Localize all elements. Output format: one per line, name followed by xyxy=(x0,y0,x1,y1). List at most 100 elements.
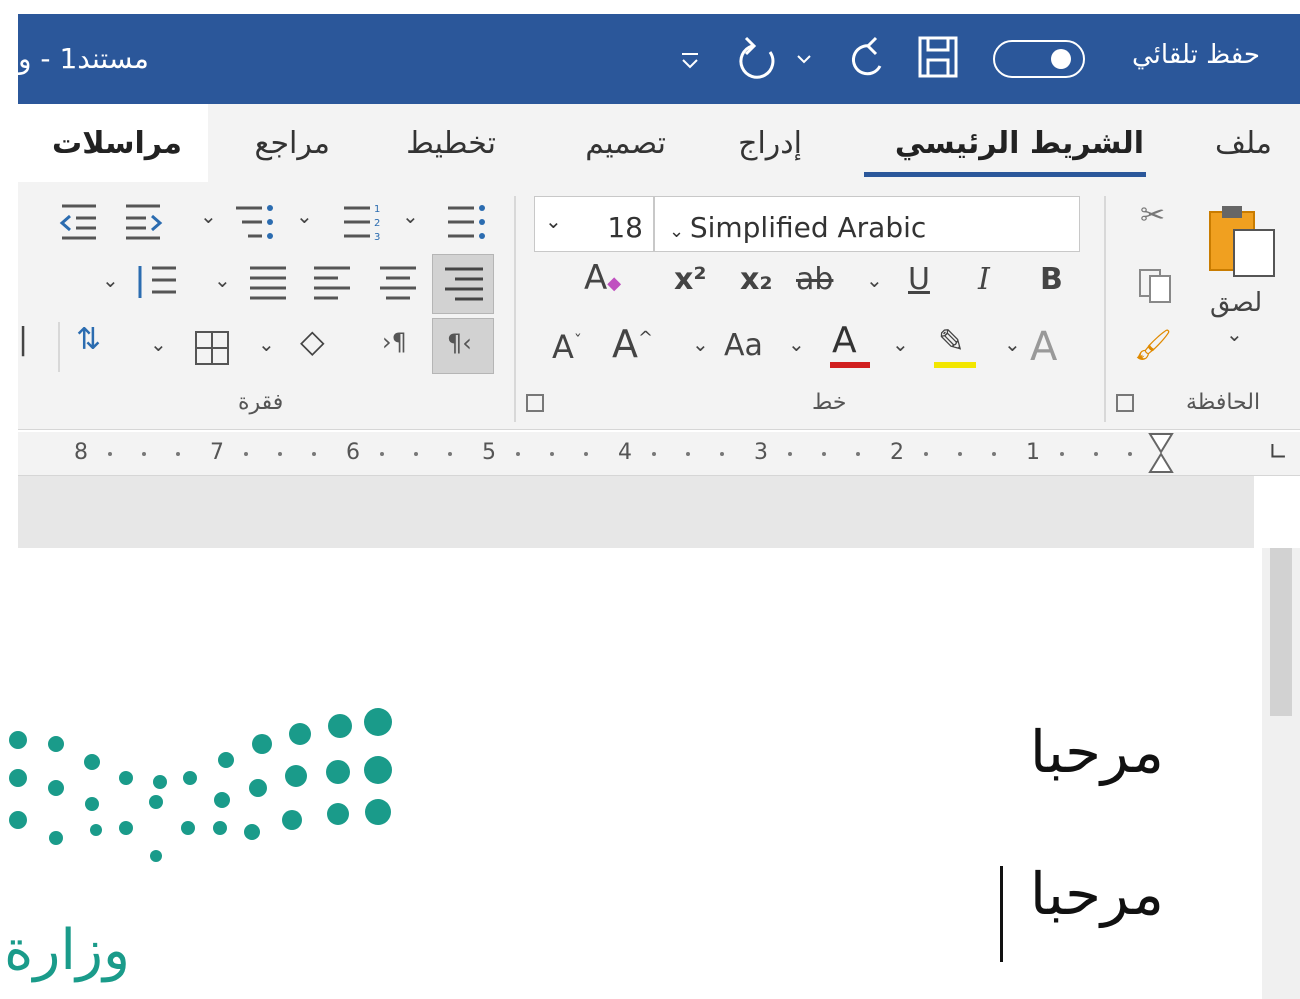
highlight-dropdown-icon[interactable]: ⌄ xyxy=(1004,332,1021,356)
ruler-tick xyxy=(380,452,384,456)
bold-button[interactable]: B xyxy=(1040,262,1063,297)
ruler-number: 7 xyxy=(210,440,224,465)
justify-icon[interactable] xyxy=(246,262,290,306)
save-icon[interactable] xyxy=(916,34,964,82)
logo-dot xyxy=(48,780,64,796)
grow-font-icon[interactable]: A^ xyxy=(612,322,653,366)
ruler-tick xyxy=(686,452,690,456)
change-case-button[interactable]: Aa xyxy=(724,328,763,363)
font-color-icon[interactable]: A xyxy=(832,320,857,361)
clipboard-launcher-icon[interactable] xyxy=(1116,394,1134,412)
rtl-paragraph-icon: ¶‹ xyxy=(447,329,472,357)
shrink-font-icon[interactable]: Aˇ xyxy=(552,328,582,366)
sort-icon[interactable]: ⇅ xyxy=(76,322,101,357)
font-name-value: Simplified Arabic xyxy=(689,211,927,244)
font-size-dropdown-icon[interactable]: ⌄ xyxy=(545,209,562,233)
logo-dot xyxy=(218,752,234,768)
tab-insert[interactable]: إدراج xyxy=(738,126,802,161)
undo-icon[interactable] xyxy=(840,34,890,84)
copy-icon[interactable] xyxy=(1136,266,1176,306)
font-color-dropdown-icon[interactable]: ⌄ xyxy=(892,332,909,356)
ministry-logo-text: وزارة xyxy=(4,918,131,983)
clear-formatting-icon[interactable]: A xyxy=(1030,324,1057,370)
svg-text:2: 2 xyxy=(374,218,380,229)
ribbon-tabs: ملف الشريط الرئيسي إدراج تصميم تخطيط مرا… xyxy=(18,104,1300,182)
logo-dot xyxy=(365,799,391,825)
tab-file[interactable]: ملف xyxy=(1215,126,1272,161)
ruler-tick xyxy=(176,452,180,456)
customize-quick-access-icon[interactable] xyxy=(678,34,702,82)
line-spacing-icon[interactable] xyxy=(132,262,180,306)
logo-dot xyxy=(249,779,267,797)
paste-icon[interactable] xyxy=(1204,200,1280,280)
justify-dropdown-icon[interactable]: ⌄ xyxy=(214,268,231,292)
tab-home[interactable]: الشريط الرئيسي xyxy=(895,126,1144,161)
ruler-tick xyxy=(244,452,248,456)
underline-dropdown-icon[interactable]: ⌄ xyxy=(866,268,883,292)
format-painter-icon[interactable]: 🖌 xyxy=(1134,328,1172,363)
font-name-box[interactable]: ⌄ Simplified Arabic xyxy=(654,196,1080,252)
cut-icon[interactable]: ✂ xyxy=(1140,198,1165,233)
increase-indent-icon[interactable] xyxy=(58,200,102,244)
autosave-toggle[interactable] xyxy=(993,40,1085,78)
multilevel-list-icon[interactable] xyxy=(234,200,280,246)
tab-stop-icon[interactable]: ∟ xyxy=(1268,438,1288,466)
tab-layout[interactable]: تخطيط xyxy=(406,126,496,161)
bullets-dropdown-icon[interactable]: ⌄ xyxy=(402,204,419,228)
strikethrough-button[interactable]: ab xyxy=(796,262,833,297)
vertical-ruler[interactable] xyxy=(1262,548,1300,999)
ruler-tick xyxy=(992,452,996,456)
font-color-bar xyxy=(830,362,870,368)
horizontal-ruler[interactable]: ∟ 8 7 6 5 4 3 2 1 xyxy=(18,432,1300,476)
ltr-paragraph-icon[interactable]: ›¶ xyxy=(382,328,407,356)
borders-dropdown-icon[interactable]: ⌄ xyxy=(150,332,167,356)
numbering-dropdown-icon[interactable]: ⌄ xyxy=(296,204,313,228)
tab-mailings[interactable]: مراسلات xyxy=(52,126,182,161)
show-formatting-icon[interactable]: | xyxy=(18,322,28,357)
logo-dot xyxy=(252,734,272,754)
ruler-tick xyxy=(1128,452,1132,456)
grow-font-dropdown-icon[interactable]: ⌄ xyxy=(692,332,709,356)
logo-dot xyxy=(119,771,133,785)
logo-dot xyxy=(150,850,162,862)
document-line-1[interactable]: مرحبا xyxy=(1030,718,1164,786)
tab-references[interactable]: مراجع xyxy=(255,126,330,161)
decrease-indent-icon[interactable] xyxy=(122,200,166,244)
logo-dot xyxy=(49,831,63,845)
ruler-tick xyxy=(652,452,656,456)
svg-text:1: 1 xyxy=(374,204,380,215)
subscript-button[interactable]: x₂ xyxy=(740,262,773,297)
shading-dropdown-icon[interactable]: ⌄ xyxy=(258,332,275,356)
font-launcher-icon[interactable] xyxy=(526,394,544,412)
svg-text:3: 3 xyxy=(374,232,380,243)
font-size-box[interactable]: ⌄ 18 xyxy=(534,196,654,252)
bullets-icon[interactable] xyxy=(444,200,490,246)
group-separator xyxy=(514,196,516,422)
change-case-dropdown-icon[interactable]: ⌄ xyxy=(788,332,805,356)
ruler-number: 3 xyxy=(754,440,768,465)
group-separator xyxy=(58,322,60,372)
paste-dropdown-icon[interactable]: ⌄ xyxy=(1226,322,1243,346)
multilevel-dropdown-icon[interactable]: ⌄ xyxy=(200,204,217,228)
document-line-2[interactable]: مرحبا xyxy=(1030,860,1164,928)
ruler-tick xyxy=(720,452,724,456)
line-spacing-dropdown-icon[interactable]: ⌄ xyxy=(102,268,119,292)
text-effects-icon[interactable]: A◆ xyxy=(584,258,621,298)
borders-icon[interactable] xyxy=(192,328,232,368)
rtl-direction-button[interactable]: ¶‹ xyxy=(432,318,494,374)
paste-label[interactable]: لصق xyxy=(1210,288,1262,318)
align-center-icon[interactable] xyxy=(376,262,420,306)
redo-icon[interactable] xyxy=(734,34,824,84)
indent-marker-icon[interactable] xyxy=(1146,432,1176,476)
align-right-button[interactable] xyxy=(432,254,494,314)
numbering-icon[interactable]: 1 2 3 xyxy=(340,200,386,246)
align-left-icon[interactable] xyxy=(310,262,354,306)
italic-button[interactable]: I xyxy=(978,262,990,297)
highlight-color-icon[interactable]: ✎ xyxy=(938,322,965,360)
tab-design[interactable]: تصميم xyxy=(585,126,666,161)
underline-button[interactable]: U xyxy=(908,262,930,297)
font-name-dropdown-icon[interactable]: ⌄ xyxy=(669,221,690,242)
shading-icon[interactable]: ◇ xyxy=(300,322,325,360)
logo-dot xyxy=(285,765,307,787)
superscript-button[interactable]: x² xyxy=(674,262,707,297)
